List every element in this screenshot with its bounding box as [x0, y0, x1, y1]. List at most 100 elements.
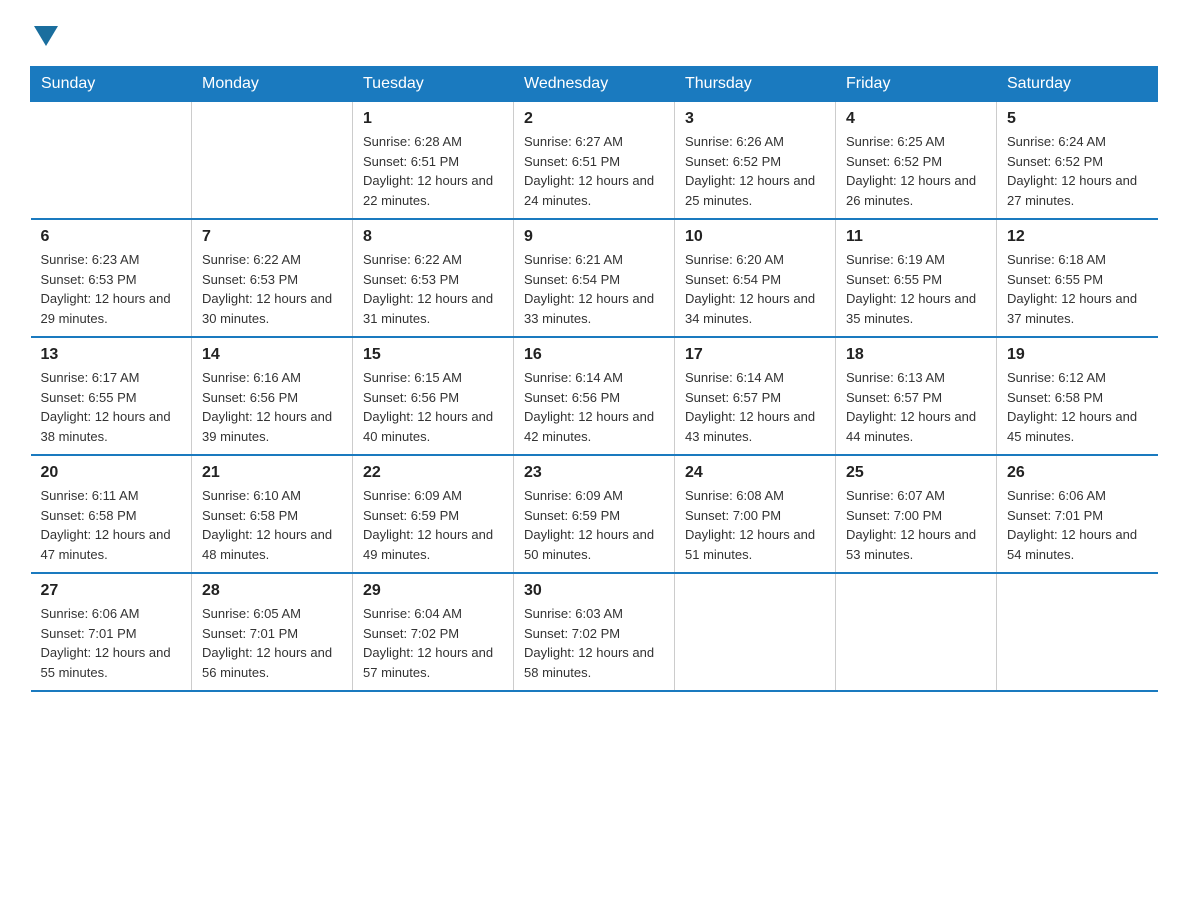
calendar-cell: 5 Sunrise: 6:24 AM Sunset: 6:52 PM Daylig…: [997, 102, 1158, 220]
calendar-cell: 22 Sunrise: 6:09 AM Sunset: 6:59 PM Dayli…: [353, 455, 514, 573]
calendar-cell: 20 Sunrise: 6:11 AM Sunset: 6:58 PM Dayli…: [31, 455, 192, 573]
calendar-week-row: 6 Sunrise: 6:23 AM Sunset: 6:53 PM Daylig…: [31, 219, 1158, 337]
day-info: Sunrise: 6:17 AM Sunset: 6:55 PM Dayligh…: [41, 368, 182, 446]
day-info: Sunrise: 6:14 AM Sunset: 6:57 PM Dayligh…: [685, 368, 825, 446]
calendar-cell: 2 Sunrise: 6:27 AM Sunset: 6:51 PM Daylig…: [514, 102, 675, 220]
calendar-cell: 1 Sunrise: 6:28 AM Sunset: 6:51 PM Daylig…: [353, 102, 514, 220]
calendar-cell: 3 Sunrise: 6:26 AM Sunset: 6:52 PM Daylig…: [675, 102, 836, 220]
day-number: 12: [1007, 228, 1148, 246]
calendar-cell: 23 Sunrise: 6:09 AM Sunset: 6:59 PM Dayli…: [514, 455, 675, 573]
day-number: 23: [524, 464, 664, 482]
day-info: Sunrise: 6:16 AM Sunset: 6:56 PM Dayligh…: [202, 368, 342, 446]
calendar-cell: [836, 573, 997, 691]
day-info: Sunrise: 6:10 AM Sunset: 6:58 PM Dayligh…: [202, 486, 342, 564]
day-number: 1: [363, 110, 503, 128]
day-info: Sunrise: 6:22 AM Sunset: 6:53 PM Dayligh…: [202, 250, 342, 328]
calendar-week-row: 20 Sunrise: 6:11 AM Sunset: 6:58 PM Dayli…: [31, 455, 1158, 573]
calendar-cell: 10 Sunrise: 6:20 AM Sunset: 6:54 PM Dayli…: [675, 219, 836, 337]
day-number: 25: [846, 464, 986, 482]
day-number: 30: [524, 582, 664, 600]
day-number: 10: [685, 228, 825, 246]
day-info: Sunrise: 6:15 AM Sunset: 6:56 PM Dayligh…: [363, 368, 503, 446]
calendar-cell: 19 Sunrise: 6:12 AM Sunset: 6:58 PM Dayli…: [997, 337, 1158, 455]
day-number: 29: [363, 582, 503, 600]
calendar-week-row: 27Sunrise: 6:06 AM Sunset: 7:01 PM Dayli…: [31, 573, 1158, 691]
day-number: 5: [1007, 110, 1148, 128]
header-thursday: Thursday: [675, 67, 836, 102]
day-info: Sunrise: 6:06 AM Sunset: 7:01 PM Dayligh…: [41, 604, 182, 682]
calendar-header-row: SundayMondayTuesdayWednesdayThursdayFrid…: [31, 67, 1158, 102]
calendar-cell: 30 Sunrise: 6:03 AM Sunset: 7:02 PM Dayli…: [514, 573, 675, 691]
calendar-cell: 18 Sunrise: 6:13 AM Sunset: 6:57 PM Dayli…: [836, 337, 997, 455]
calendar-cell: [31, 102, 192, 220]
calendar-cell: 29 Sunrise: 6:04 AM Sunset: 7:02 PM Dayli…: [353, 573, 514, 691]
day-number: 24: [685, 464, 825, 482]
calendar-cell: 27Sunrise: 6:06 AM Sunset: 7:01 PM Dayli…: [31, 573, 192, 691]
day-info: Sunrise: 6:23 AM Sunset: 6:53 PM Dayligh…: [41, 250, 182, 328]
calendar-cell: 28Sunrise: 6:05 AM Sunset: 7:01 PM Dayli…: [192, 573, 353, 691]
calendar-cell: 21 Sunrise: 6:10 AM Sunset: 6:58 PM Dayli…: [192, 455, 353, 573]
day-number: 6: [41, 228, 182, 246]
day-info: Sunrise: 6:04 AM Sunset: 7:02 PM Dayligh…: [363, 604, 503, 682]
day-info: Sunrise: 6:11 AM Sunset: 6:58 PM Dayligh…: [41, 486, 182, 564]
logo: [30, 20, 58, 46]
day-info: Sunrise: 6:20 AM Sunset: 6:54 PM Dayligh…: [685, 250, 825, 328]
calendar-cell: [675, 573, 836, 691]
calendar-cell: 26Sunrise: 6:06 AM Sunset: 7:01 PM Dayli…: [997, 455, 1158, 573]
day-number: 16: [524, 346, 664, 364]
day-number: 28: [202, 582, 342, 600]
day-info: Sunrise: 6:26 AM Sunset: 6:52 PM Dayligh…: [685, 132, 825, 210]
header-saturday: Saturday: [997, 67, 1158, 102]
page-header: [30, 20, 1158, 46]
calendar-week-row: 13Sunrise: 6:17 AM Sunset: 6:55 PM Dayli…: [31, 337, 1158, 455]
day-number: 20: [41, 464, 182, 482]
day-number: 11: [846, 228, 986, 246]
day-number: 22: [363, 464, 503, 482]
day-number: 17: [685, 346, 825, 364]
header-monday: Monday: [192, 67, 353, 102]
calendar-cell: 17 Sunrise: 6:14 AM Sunset: 6:57 PM Dayli…: [675, 337, 836, 455]
day-info: Sunrise: 6:28 AM Sunset: 6:51 PM Dayligh…: [363, 132, 503, 210]
day-info: Sunrise: 6:13 AM Sunset: 6:57 PM Dayligh…: [846, 368, 986, 446]
day-number: 4: [846, 110, 986, 128]
day-info: Sunrise: 6:03 AM Sunset: 7:02 PM Dayligh…: [524, 604, 664, 682]
calendar-cell: 8 Sunrise: 6:22 AM Sunset: 6:53 PM Daylig…: [353, 219, 514, 337]
day-info: Sunrise: 6:07 AM Sunset: 7:00 PM Dayligh…: [846, 486, 986, 564]
day-info: Sunrise: 6:19 AM Sunset: 6:55 PM Dayligh…: [846, 250, 986, 328]
day-info: Sunrise: 6:09 AM Sunset: 6:59 PM Dayligh…: [524, 486, 664, 564]
day-number: 15: [363, 346, 503, 364]
day-number: 18: [846, 346, 986, 364]
day-number: 3: [685, 110, 825, 128]
header-tuesday: Tuesday: [353, 67, 514, 102]
day-number: 14: [202, 346, 342, 364]
header-friday: Friday: [836, 67, 997, 102]
day-number: 9: [524, 228, 664, 246]
calendar-cell: 9Sunrise: 6:21 AM Sunset: 6:54 PM Daylig…: [514, 219, 675, 337]
day-info: Sunrise: 6:09 AM Sunset: 6:59 PM Dayligh…: [363, 486, 503, 564]
header-sunday: Sunday: [31, 67, 192, 102]
calendar-cell: 12 Sunrise: 6:18 AM Sunset: 6:55 PM Dayli…: [997, 219, 1158, 337]
day-number: 21: [202, 464, 342, 482]
day-number: 7: [202, 228, 342, 246]
day-number: 26: [1007, 464, 1148, 482]
day-info: Sunrise: 6:12 AM Sunset: 6:58 PM Dayligh…: [1007, 368, 1148, 446]
calendar-week-row: 1 Sunrise: 6:28 AM Sunset: 6:51 PM Daylig…: [31, 102, 1158, 220]
header-wednesday: Wednesday: [514, 67, 675, 102]
calendar-cell: 16 Sunrise: 6:14 AM Sunset: 6:56 PM Dayli…: [514, 337, 675, 455]
calendar-cell: 6 Sunrise: 6:23 AM Sunset: 6:53 PM Daylig…: [31, 219, 192, 337]
day-info: Sunrise: 6:25 AM Sunset: 6:52 PM Dayligh…: [846, 132, 986, 210]
calendar-cell: 13Sunrise: 6:17 AM Sunset: 6:55 PM Dayli…: [31, 337, 192, 455]
day-number: 8: [363, 228, 503, 246]
logo-triangle-icon: [34, 26, 58, 46]
day-number: 19: [1007, 346, 1148, 364]
day-info: Sunrise: 6:24 AM Sunset: 6:52 PM Dayligh…: [1007, 132, 1148, 210]
calendar-table: SundayMondayTuesdayWednesdayThursdayFrid…: [30, 66, 1158, 692]
calendar-cell: 4 Sunrise: 6:25 AM Sunset: 6:52 PM Daylig…: [836, 102, 997, 220]
day-info: Sunrise: 6:27 AM Sunset: 6:51 PM Dayligh…: [524, 132, 664, 210]
day-info: Sunrise: 6:18 AM Sunset: 6:55 PM Dayligh…: [1007, 250, 1148, 328]
day-info: Sunrise: 6:14 AM Sunset: 6:56 PM Dayligh…: [524, 368, 664, 446]
day-info: Sunrise: 6:22 AM Sunset: 6:53 PM Dayligh…: [363, 250, 503, 328]
calendar-cell: 7 Sunrise: 6:22 AM Sunset: 6:53 PM Daylig…: [192, 219, 353, 337]
calendar-cell: [192, 102, 353, 220]
day-number: 2: [524, 110, 664, 128]
